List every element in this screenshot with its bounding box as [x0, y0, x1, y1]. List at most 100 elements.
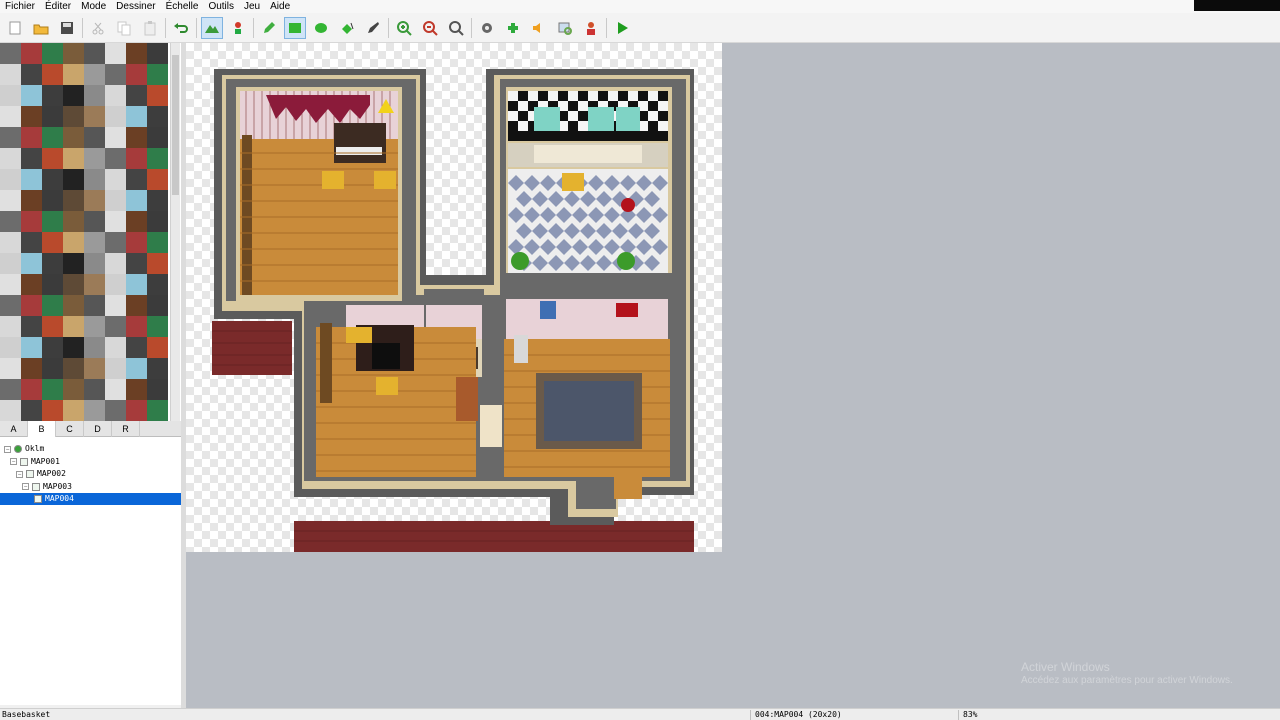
tile-swatch[interactable] — [126, 190, 147, 211]
tab-b[interactable]: B — [28, 421, 56, 437]
tile-swatch[interactable] — [63, 106, 84, 127]
map-canvas[interactable] — [186, 43, 722, 552]
sound-test-button[interactable] — [528, 17, 550, 39]
tile-swatch[interactable] — [63, 85, 84, 106]
menu-dessiner[interactable]: Dessiner — [111, 0, 160, 13]
menu-editer[interactable]: Éditer — [40, 0, 76, 13]
tile-swatch[interactable] — [21, 211, 42, 232]
tile-swatch[interactable] — [84, 379, 105, 400]
event-mode-button[interactable] — [227, 17, 249, 39]
map-tree-item[interactable]: − MAP001 — [10, 456, 60, 468]
tile-swatch[interactable] — [147, 106, 168, 127]
tile-swatch[interactable] — [0, 400, 21, 421]
tile-swatch[interactable] — [42, 337, 63, 358]
tile-swatch[interactable] — [63, 337, 84, 358]
tile-swatch[interactable] — [105, 358, 126, 379]
tile-swatch[interactable] — [126, 274, 147, 295]
tile-swatch[interactable] — [105, 295, 126, 316]
tile-swatch[interactable] — [42, 400, 63, 421]
tile-swatch[interactable] — [84, 190, 105, 211]
tile-swatch[interactable] — [21, 274, 42, 295]
tile-swatch[interactable] — [147, 295, 168, 316]
fold-toggle-icon[interactable]: − — [4, 445, 11, 453]
tile-swatch[interactable] — [42, 316, 63, 337]
tile-swatch[interactable] — [84, 337, 105, 358]
tile-swatch[interactable] — [105, 274, 126, 295]
event-searcher-button[interactable] — [554, 17, 576, 39]
tile-swatch[interactable] — [42, 232, 63, 253]
tile-swatch[interactable] — [21, 316, 42, 337]
tile-swatch[interactable] — [84, 274, 105, 295]
tab-d[interactable]: D — [84, 421, 112, 437]
tile-swatch[interactable] — [42, 43, 63, 64]
tile-swatch[interactable] — [105, 190, 126, 211]
tile-swatch[interactable] — [105, 148, 126, 169]
tile-swatch[interactable] — [147, 400, 168, 421]
tile-swatch[interactable] — [0, 43, 21, 64]
pencil-button[interactable] — [258, 17, 280, 39]
tile-swatch[interactable] — [21, 400, 42, 421]
tile-swatch[interactable] — [42, 379, 63, 400]
tile-swatch[interactable] — [126, 106, 147, 127]
open-project-button[interactable] — [30, 17, 52, 39]
tile-swatch[interactable] — [147, 190, 168, 211]
tile-swatch[interactable] — [21, 169, 42, 190]
tile-swatch[interactable] — [105, 211, 126, 232]
map-tree-root[interactable]: − Oklm — [4, 443, 44, 455]
tile-swatch[interactable] — [126, 64, 147, 85]
tile-swatch[interactable] — [63, 358, 84, 379]
tile-swatch[interactable] — [147, 337, 168, 358]
tile-swatch[interactable] — [42, 169, 63, 190]
tile-swatch[interactable] — [126, 295, 147, 316]
tile-swatch[interactable] — [21, 295, 42, 316]
tile-swatch[interactable] — [0, 64, 21, 85]
tile-swatch[interactable] — [126, 400, 147, 421]
tile-swatch[interactable] — [63, 127, 84, 148]
tile-swatch[interactable] — [147, 148, 168, 169]
tile-swatch[interactable] — [21, 190, 42, 211]
tab-r[interactable]: R — [112, 421, 140, 437]
tile-swatch[interactable] — [63, 274, 84, 295]
tile-swatch[interactable] — [105, 316, 126, 337]
tile-swatch[interactable] — [0, 190, 21, 211]
menu-fichier[interactable]: Fichier — [0, 0, 40, 13]
tile-swatch[interactable] — [21, 337, 42, 358]
tile-swatch[interactable] — [0, 148, 21, 169]
tile-swatch[interactable] — [63, 232, 84, 253]
tile-swatch[interactable] — [84, 400, 105, 421]
tile-swatch[interactable] — [84, 169, 105, 190]
tile-swatch[interactable] — [63, 148, 84, 169]
tile-swatch[interactable] — [42, 190, 63, 211]
tile-swatch[interactable] — [126, 211, 147, 232]
tile-swatch[interactable] — [105, 106, 126, 127]
flood-fill-button[interactable] — [336, 17, 358, 39]
tile-grid[interactable] — [0, 43, 170, 421]
tile-swatch[interactable] — [84, 148, 105, 169]
tile-swatch[interactable] — [126, 358, 147, 379]
tile-swatch[interactable] — [147, 211, 168, 232]
tile-swatch[interactable] — [21, 379, 42, 400]
tile-swatch[interactable] — [63, 253, 84, 274]
tile-swatch[interactable] — [63, 316, 84, 337]
tile-swatch[interactable] — [21, 43, 42, 64]
map-mode-button[interactable] — [201, 16, 223, 39]
tile-swatch[interactable] — [84, 43, 105, 64]
tile-swatch[interactable] — [0, 85, 21, 106]
database-button[interactable] — [476, 17, 498, 39]
tile-swatch[interactable] — [42, 295, 63, 316]
tile-swatch[interactable] — [105, 379, 126, 400]
tile-swatch[interactable] — [0, 274, 21, 295]
tile-swatch[interactable] — [105, 232, 126, 253]
tile-swatch[interactable] — [0, 232, 21, 253]
tile-swatch[interactable] — [42, 85, 63, 106]
new-project-button[interactable] — [4, 17, 26, 39]
tile-swatch[interactable] — [42, 253, 63, 274]
tile-swatch[interactable] — [0, 358, 21, 379]
tile-swatch[interactable] — [84, 358, 105, 379]
menu-outils[interactable]: Outils — [203, 0, 239, 13]
tile-swatch[interactable] — [63, 379, 84, 400]
shadow-pen-button[interactable] — [362, 17, 384, 39]
tile-swatch[interactable] — [42, 64, 63, 85]
menu-echelle[interactable]: Échelle — [161, 0, 204, 13]
tile-swatch[interactable] — [63, 295, 84, 316]
